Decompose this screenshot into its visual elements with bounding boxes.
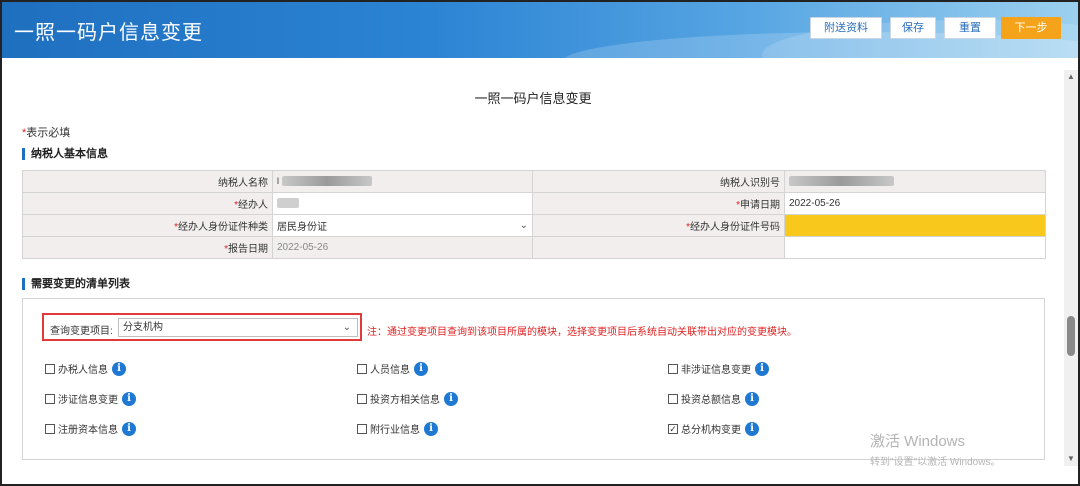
- id-number-label: 经办人身份证件号码: [690, 222, 780, 233]
- taxpayer-id-field: [784, 170, 1046, 193]
- checkbox[interactable]: [45, 423, 55, 434]
- option-label: 人员信息: [370, 365, 410, 376]
- app-window: 一照一码户信息变更 附送资料 保存 重置 下一步 一照一码户信息变更 *表示必填…: [0, 0, 1080, 486]
- option-investment-total[interactable]: 投资总额信息 i: [668, 391, 759, 406]
- option-taxpayer-agent-info[interactable]: 办税人信息 i: [45, 361, 126, 376]
- windows-activation-watermark: 激活 Windows 转到"设置"以激活 Windows。: [870, 430, 1000, 468]
- checkbox[interactable]: [45, 363, 55, 374]
- query-note: 注：通过变更项目查询到该项目所属的模块，选择变更项目后系统自动关联带出对应的变更…: [367, 327, 797, 338]
- header-bar: 一照一码户信息变更 附送资料 保存 重置 下一步: [2, 2, 1078, 58]
- watermark-line1: 激活 Windows: [870, 433, 966, 450]
- id-type-label: 经办人身份证件种类: [178, 222, 268, 233]
- option-label: 非涉证信息变更: [681, 365, 751, 376]
- watermark-line2: 转到"设置"以激活 Windows。: [870, 457, 1001, 468]
- option-cert-change[interactable]: 涉证信息变更 i: [45, 391, 136, 406]
- reset-button[interactable]: 重置: [944, 17, 996, 39]
- app-title: 一照一码户信息变更: [14, 22, 203, 44]
- query-change-item-box: 查询变更项目: 分支机构 ⌄: [42, 313, 362, 341]
- save-button[interactable]: 保存: [890, 17, 936, 39]
- id-number-input[interactable]: [784, 214, 1046, 237]
- apply-date-input[interactable]: 2022-05-26: [784, 192, 1046, 215]
- info-icon[interactable]: i: [414, 361, 428, 376]
- option-label: 投资方相关信息: [370, 395, 440, 406]
- taxpayer-id-label: 纳税人识别号: [532, 170, 785, 193]
- basic-info-table: 纳税人名称 l 纳税人识别号 *经办人 *申请日期 2022-05-26 *经办…: [22, 170, 1046, 259]
- empty-cell: [784, 236, 1046, 259]
- option-label: 办税人信息: [58, 365, 108, 376]
- scroll-up-arrow-icon[interactable]: ▲: [1064, 70, 1078, 84]
- redacted-value: [277, 198, 299, 209]
- redacted-value: [789, 176, 894, 187]
- checkbox[interactable]: [668, 363, 678, 374]
- query-change-select[interactable]: 分支机构 ⌄: [118, 318, 358, 337]
- checkbox[interactable]: [668, 393, 678, 404]
- option-label: 附行业信息: [370, 425, 420, 436]
- info-icon[interactable]: i: [112, 361, 126, 376]
- next-step-button[interactable]: 下一步: [1001, 17, 1061, 39]
- query-change-value: 分支机构: [123, 322, 163, 333]
- info-icon[interactable]: i: [755, 361, 769, 376]
- option-branch-change[interactable]: ✓ 总分机构变更 i: [668, 421, 759, 436]
- apply-date-label: 申请日期: [740, 200, 780, 211]
- required-legend: *表示必填: [22, 124, 70, 140]
- checkbox[interactable]: [357, 393, 367, 404]
- scrollbar-thumb[interactable]: [1067, 316, 1075, 356]
- scroll-down-arrow-icon[interactable]: ▼: [1064, 452, 1078, 466]
- section-title-change-list: 需要变更的清单列表: [22, 278, 130, 290]
- option-investor-info[interactable]: 投资方相关信息 i: [357, 391, 458, 406]
- info-icon[interactable]: i: [444, 391, 458, 406]
- option-label: 注册资本信息: [58, 425, 118, 436]
- info-icon[interactable]: i: [745, 391, 759, 406]
- required-legend-text: 表示必填: [26, 127, 71, 139]
- option-label: 涉证信息变更: [58, 395, 118, 406]
- option-label: 总分机构变更: [681, 425, 741, 436]
- option-personnel-info[interactable]: 人员信息 i: [357, 361, 428, 376]
- info-icon[interactable]: i: [424, 421, 438, 436]
- page-title: 一照一码户信息变更: [474, 91, 592, 106]
- checkbox[interactable]: [357, 363, 367, 374]
- checkbox[interactable]: [357, 423, 367, 434]
- checkbox-checked[interactable]: ✓: [668, 423, 678, 434]
- option-registered-capital[interactable]: 注册资本信息 i: [45, 421, 136, 436]
- agent-input[interactable]: [272, 192, 533, 215]
- option-non-cert-change[interactable]: 非涉证信息变更 i: [668, 361, 769, 376]
- report-date-field: 2022-05-26: [272, 236, 533, 259]
- query-change-label: 查询变更项目:: [50, 326, 113, 337]
- taxpayer-name-label: 纳税人名称: [22, 170, 273, 193]
- taxpayer-name-field: l: [272, 170, 533, 193]
- section-title-basic-info: 纳税人基本信息: [22, 148, 108, 160]
- info-icon[interactable]: i: [745, 421, 759, 436]
- redacted-value: [281, 176, 372, 187]
- checkbox[interactable]: [45, 393, 55, 404]
- attach-docs-button[interactable]: 附送资料: [810, 17, 882, 39]
- option-label: 投资总额信息: [681, 395, 741, 406]
- vertical-scrollbar[interactable]: ▲ ▼: [1064, 70, 1078, 466]
- report-date-label: 报告日期: [228, 244, 268, 255]
- empty-cell: [532, 236, 785, 259]
- option-sub-industry[interactable]: 附行业信息 i: [357, 421, 438, 436]
- id-type-select[interactable]: 居民身份证 ⌄: [272, 214, 533, 237]
- id-type-value: 居民身份证: [277, 222, 327, 233]
- info-icon[interactable]: i: [122, 391, 136, 406]
- agent-label: 经办人: [238, 200, 268, 211]
- info-icon[interactable]: i: [122, 421, 136, 436]
- chevron-down-icon: ⌄: [342, 322, 351, 333]
- chevron-down-icon: ⌄: [519, 220, 528, 231]
